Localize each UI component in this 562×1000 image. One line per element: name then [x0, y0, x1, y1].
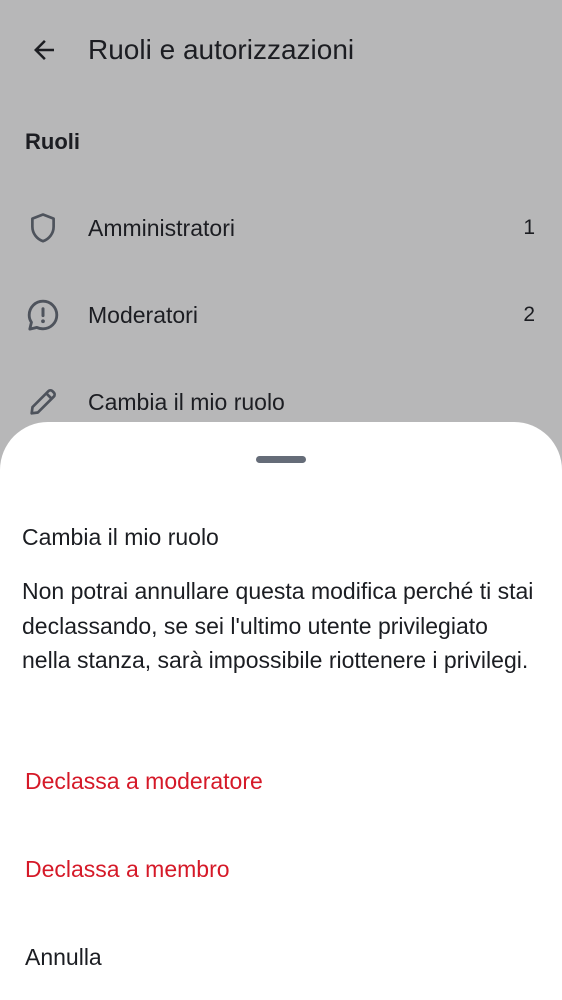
sheet-title: Cambia il mio ruolo: [22, 524, 219, 550]
action-label: Declassa a moderatore: [25, 768, 263, 794]
action-label: Declassa a membro: [25, 856, 230, 882]
drag-handle[interactable]: [256, 456, 306, 463]
demote-to-moderator-button[interactable]: Declassa a moderatore: [0, 738, 562, 824]
bottom-sheet: Cambia il mio ruolo Non potrai annullare…: [0, 422, 562, 1000]
sheet-description: Non potrai annullare questa modifica per…: [22, 578, 534, 673]
action-label: Annulla: [25, 944, 102, 970]
demote-to-member-button[interactable]: Declassa a membro: [0, 826, 562, 912]
cancel-button[interactable]: Annulla: [0, 914, 562, 1000]
